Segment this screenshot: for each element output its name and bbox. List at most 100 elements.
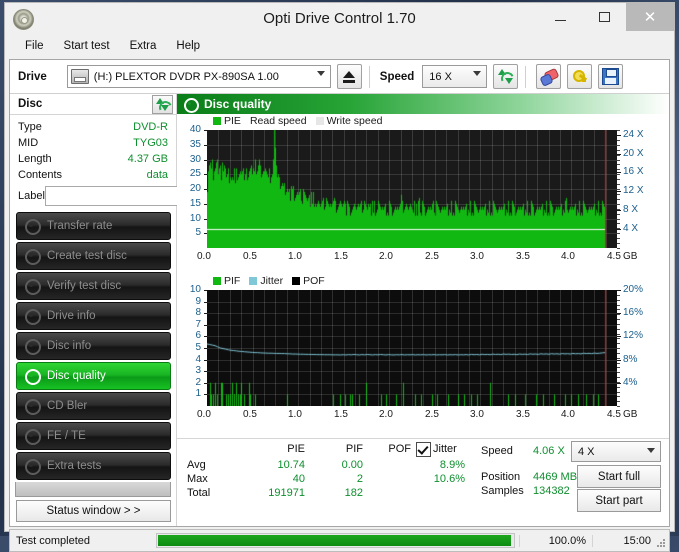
legend-item-jitter: Jitter (249, 275, 283, 287)
refresh-drive-button[interactable] (493, 64, 519, 89)
disc-icon (25, 249, 41, 265)
x-axis-tick: 2.0 (379, 409, 393, 420)
sidebar-item-label: CD Bler (47, 400, 88, 412)
y2-axis-tick: 12 X (623, 185, 644, 196)
refresh-icon (156, 97, 174, 116)
y2-axis-minor-tick (617, 219, 620, 220)
status-window-button[interactable]: Status window > > (16, 500, 171, 522)
resize-grip[interactable] (657, 539, 666, 548)
y2-axis-minor-tick (617, 290, 620, 291)
sidebar-item-label: Drive info (47, 310, 96, 322)
sidebar-item-verify-test-disc[interactable]: Verify test disc (16, 272, 171, 300)
save-button[interactable] (598, 64, 624, 89)
legend-label: POF (303, 275, 325, 287)
y2-axis-minor-tick (617, 164, 620, 165)
disc-icon (25, 459, 41, 475)
sidebar-item-disc-info[interactable]: Disc info (16, 332, 171, 360)
status-message: Test completed (16, 534, 90, 547)
max-pie-value: 40 (292, 473, 305, 485)
drive-toolbar: Drive (H:) PLEXTOR DVDR PX-890SA 1.00 Sp… (10, 60, 669, 94)
y2-axis-minor-tick (617, 324, 620, 325)
y-axis-tickmark (204, 325, 207, 326)
drive-icon (70, 69, 89, 84)
menu-item-extra[interactable]: Extra (120, 38, 167, 54)
y2-axis-tick: 4% (623, 377, 638, 388)
y2-axis-minor-tick (617, 238, 620, 239)
y2-axis-minor-tick (617, 174, 620, 175)
y-axis-tick: 10 (189, 284, 201, 295)
y-axis-tickmark (204, 145, 207, 146)
x-axis-unit: GB (623, 409, 638, 420)
y-axis-tick: 6 (195, 330, 201, 341)
drive-label: Drive (18, 70, 47, 83)
eject-button[interactable] (336, 64, 362, 89)
y-axis-tickmark (204, 160, 207, 161)
start-part-button[interactable]: Start part (577, 489, 661, 512)
y2-axis-tickmark (617, 229, 621, 230)
pif-chart-legend: PIF Jitter POF (213, 275, 334, 287)
y-axis-tick: 30 (189, 154, 201, 165)
position-stat-label: Position (481, 471, 521, 483)
y2-axis-tick: 8% (623, 354, 638, 365)
maximize-icon (598, 12, 610, 22)
legend-swatch (292, 277, 301, 285)
status-bar: Test completed 100.0% 15:00 (9, 529, 670, 552)
x-axis-tick: 0.5 (243, 409, 257, 420)
sidebar-item-extra-tests[interactable]: Extra tests (16, 452, 171, 480)
menu-item-file[interactable]: File (15, 38, 54, 54)
y-axis-tickmark (204, 394, 207, 395)
close-button[interactable]: ✕ (626, 3, 674, 31)
col-header-jitter: Jitter (433, 443, 457, 455)
speed-select-value: 16 X (429, 70, 452, 83)
bitsetting-button[interactable] (567, 64, 593, 89)
y2-axis-minor-tick (617, 140, 620, 141)
disc-row-value: DVD-R (133, 121, 168, 133)
pie-chart: PIE Read speed Write speed 40 35 30 25 20 15 1… (177, 114, 669, 274)
legend-item-pie: PIE (213, 115, 241, 127)
sidebar-item-fe-te[interactable]: FE / TE (16, 422, 171, 450)
maximize-button[interactable] (582, 3, 626, 31)
menu-item-start-test[interactable]: Start test (54, 38, 120, 54)
y2-axis-minor-tick (617, 194, 620, 195)
max-pif-value: 2 (356, 473, 363, 485)
drive-select[interactable]: (H:) PLEXTOR DVDR PX-890SA 1.00 (66, 65, 331, 88)
start-full-button[interactable]: Start full (577, 465, 661, 488)
y2-axis-tickmark (617, 210, 621, 211)
samples-stat-value: 134382 (533, 485, 570, 497)
minimize-button[interactable] (538, 3, 582, 31)
y2-axis-minor-tick (617, 169, 620, 170)
main-body: Disc Type DVD-R MID TYG03 Length 4.37 GB… (10, 94, 669, 526)
client-area: Drive (H:) PLEXTOR DVDR PX-890SA 1.00 Sp… (9, 59, 670, 527)
disc-row-type: Type DVD-R (18, 119, 168, 135)
legend-item-pof: POF (292, 275, 325, 287)
refresh-icon (498, 69, 517, 87)
disc-refresh-button[interactable] (152, 94, 174, 116)
y2-axis-minor-tick (617, 233, 620, 234)
samples-stat-label: Samples (481, 485, 524, 497)
disc-row-value: 4.37 GB (127, 153, 168, 165)
disc-icon (25, 279, 41, 295)
sidebar-item-disc-quality[interactable]: Disc quality (16, 362, 171, 390)
menu-bar: File Start test Extra Help (5, 35, 674, 56)
sidebar-item-create-test-disc[interactable]: Create test disc (16, 242, 171, 270)
menu-item-help[interactable]: Help (166, 38, 210, 54)
max-jitter-value: 10.6% (433, 473, 465, 485)
y2-axis-tick: 16 X (623, 166, 644, 177)
y2-axis-minor-tick (617, 300, 620, 301)
erase-button[interactable] (536, 64, 562, 89)
sidebar-item-label: Disc info (47, 340, 92, 352)
sidebar-item-label: FE / TE (47, 430, 86, 442)
y2-axis-minor-tick (617, 228, 620, 229)
sidebar-item-drive-info[interactable]: Drive info (16, 302, 171, 330)
jitter-checkbox[interactable] (416, 442, 431, 457)
speed-select[interactable]: 16 X (422, 65, 488, 88)
sidebar-item-transfer-rate[interactable]: Transfer rate (16, 212, 171, 240)
test-speed-select[interactable]: 4 X (571, 441, 661, 462)
disc-row-length: Length 4.37 GB (18, 151, 168, 167)
avg-jitter-value: 8.9% (439, 459, 465, 471)
legend-item-pif: PIF (213, 275, 240, 287)
y-axis-tickmark (204, 233, 207, 234)
y-axis-tick: 8 (195, 307, 201, 318)
avg-pie-value: 10.74 (277, 459, 305, 471)
sidebar-item-cd-bler[interactable]: CD Bler (16, 392, 171, 420)
